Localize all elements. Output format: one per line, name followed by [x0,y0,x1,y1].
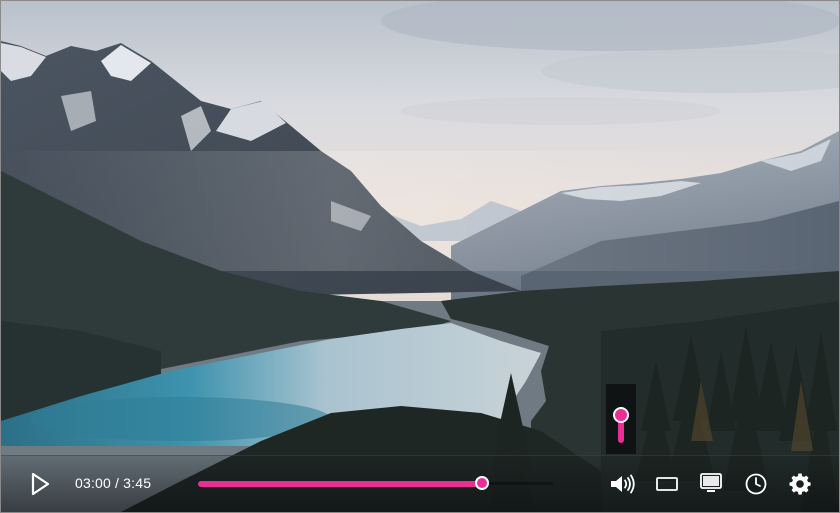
duration: 3:45 [123,475,152,491]
control-bar: 03:00/3:45 [1,455,839,512]
gear-icon [789,473,811,495]
settings-button[interactable] [785,469,815,499]
seek-progress [198,481,482,487]
seek-bar[interactable] [198,476,553,490]
time-separator: / [115,475,120,491]
captions-icon [656,477,678,491]
tv-icon [700,473,722,492]
clock-icon [745,473,767,495]
play-button[interactable] [23,468,57,500]
play-icon [31,472,50,496]
video-frame [1,1,839,512]
video-player[interactable]: 03:00/3:45 [0,0,840,513]
volume-button[interactable] [607,471,637,497]
volume-slider-handle[interactable] [613,406,629,423]
seek-handle[interactable] [475,476,489,490]
volume-slider-popup[interactable] [606,384,636,454]
tv-mode-button[interactable] [697,470,725,496]
clock-button[interactable] [741,469,771,499]
current-time: 03:00 [75,475,112,491]
captions-button[interactable] [653,471,681,497]
volume-icon [611,474,635,494]
time-display: 03:00/3:45 [75,475,151,491]
